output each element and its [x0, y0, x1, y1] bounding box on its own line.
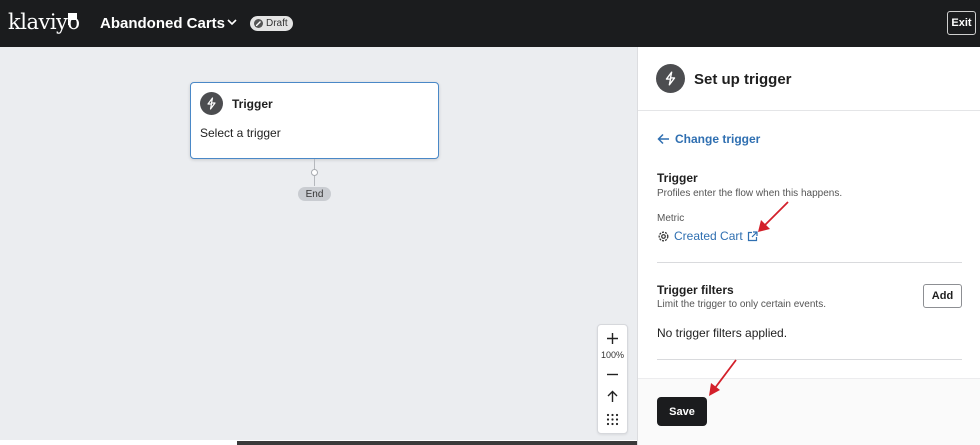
metric-link[interactable]: Created Cart — [657, 229, 758, 243]
trigger-card[interactable]: Trigger Select a trigger — [190, 82, 439, 159]
filters-section-description: Limit the trigger to only certain events… — [657, 299, 826, 310]
trigger-section-description: Profiles enter the flow when this happen… — [657, 188, 843, 199]
gear-icon — [658, 231, 669, 241]
connector-node[interactable] — [311, 169, 318, 176]
pencil-icon — [254, 19, 263, 28]
top-bar: klaviyo Abandoned Carts Draft Exit — [0, 0, 980, 47]
end-node: End — [298, 187, 331, 201]
arrow-left-icon — [657, 133, 669, 145]
change-trigger-link[interactable]: Change trigger — [657, 132, 760, 146]
zoom-level: 100% — [600, 350, 625, 360]
no-filters-text: No trigger filters applied. — [657, 326, 788, 340]
zoom-out-button[interactable] — [598, 365, 627, 383]
trigger-section-title: Trigger — [657, 171, 698, 185]
status-badge-label: Draft — [266, 18, 288, 29]
panel-header: Set up trigger — [638, 47, 980, 111]
exit-button[interactable]: Exit — [947, 11, 976, 35]
grid-menu-button[interactable] — [598, 410, 627, 428]
arrow-up-icon — [607, 390, 618, 402]
plus-icon — [607, 332, 618, 344]
horizontal-scrollbar[interactable] — [237, 441, 637, 445]
trigger-setup-panel: Set up trigger Change trigger Trigger Pr… — [637, 47, 980, 445]
metric-value: Created Cart — [674, 229, 743, 243]
minus-icon — [607, 373, 618, 375]
section-divider — [657, 359, 962, 360]
change-trigger-label: Change trigger — [675, 132, 761, 146]
status-badge: Draft — [250, 16, 293, 31]
zoom-in-button[interactable] — [598, 329, 627, 347]
panel-title: Set up trigger — [694, 71, 792, 88]
lightning-icon — [200, 92, 223, 115]
logo-flag-icon — [68, 13, 77, 25]
trigger-card-subtitle: Select a trigger — [200, 126, 281, 140]
section-divider — [657, 262, 962, 263]
grid-dots-icon — [606, 413, 619, 425]
flow-title[interactable]: Abandoned Carts — [100, 15, 225, 32]
external-link-icon — [747, 230, 758, 241]
lightning-icon — [656, 64, 685, 93]
zoom-controls: 100% — [597, 324, 628, 434]
save-button[interactable]: Save — [657, 397, 707, 426]
filters-section-title: Trigger filters — [657, 283, 734, 297]
add-filter-button[interactable]: Add — [923, 284, 962, 308]
trigger-card-title: Trigger — [232, 97, 273, 111]
scroll-to-top-button[interactable] — [598, 387, 627, 405]
metric-label: Metric — [657, 213, 685, 224]
flow-canvas[interactable]: Trigger Select a trigger End 100% — [0, 47, 637, 445]
chevron-down-icon[interactable] — [226, 15, 238, 29]
